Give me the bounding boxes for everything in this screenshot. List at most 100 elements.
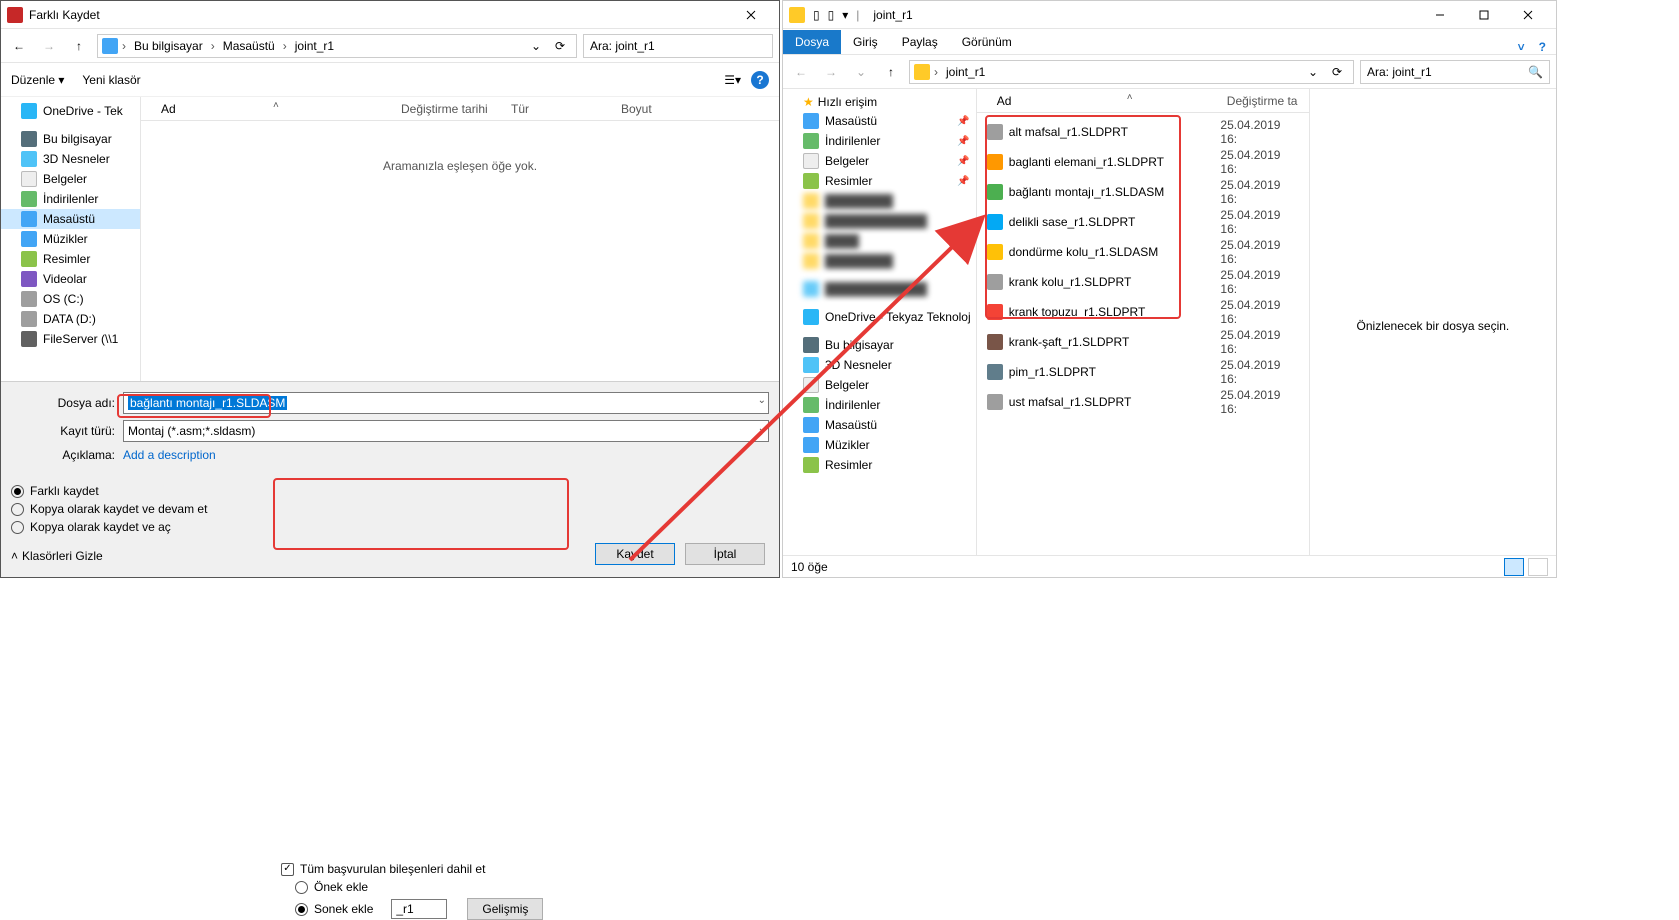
newfolder-button[interactable]: Yeni klasör	[82, 73, 140, 87]
tree-thispc[interactable]: Bu bilgisayar	[783, 335, 976, 355]
tree-3dobjects[interactable]: 3D Nesneler	[1, 149, 140, 169]
tree-blurred[interactable]: ████	[783, 231, 976, 251]
tree-osc[interactable]: OS (C:)	[1, 289, 140, 309]
tree-quickaccess[interactable]: ★Hızlı erişim	[783, 93, 976, 111]
forward-button[interactable]: →	[819, 60, 843, 84]
refresh-icon[interactable]: ⟳	[1325, 60, 1349, 84]
view-icons-button[interactable]	[1528, 558, 1548, 576]
crumb-folder[interactable]: joint_r1	[291, 37, 338, 55]
tree-documents[interactable]: Belgeler	[1, 169, 140, 189]
tab-share[interactable]: Paylaş	[890, 30, 950, 54]
search-box[interactable]: Ara: joint_r1 🔍	[1360, 60, 1550, 84]
refresh-icon[interactable]: ⟳	[548, 34, 572, 58]
column-headers[interactable]: Ad˄ Değiştirme tarihi Tür Boyut	[141, 97, 779, 121]
tree-documents[interactable]: Belgeler	[783, 375, 976, 395]
tree-blurred[interactable]: ████████████	[783, 279, 976, 299]
tree-3dobjects[interactable]: 3D Nesneler	[783, 355, 976, 375]
titlebar[interactable]: Farklı Kaydet	[1, 1, 779, 29]
tree-pictures[interactable]: Resimler	[783, 455, 976, 475]
help-icon[interactable]: ?	[1539, 40, 1546, 54]
tab-file[interactable]: Dosya	[783, 30, 841, 54]
maximize-button[interactable]	[1462, 2, 1506, 28]
qat-button[interactable]: ▯	[813, 8, 820, 22]
folder-tree[interactable]: ★Hızlı erişim Masaüstü📌 İndirilenler📌 Be…	[783, 89, 977, 555]
file-row[interactable]: delikli sase_r1.SLDPRT25.04.2019 16:	[979, 207, 1307, 237]
suffix-input[interactable]	[391, 899, 447, 919]
ribbon-expand-icon[interactable]: ˅	[1518, 40, 1525, 54]
crumb-desktop[interactable]: Masaüstü	[219, 37, 279, 55]
opt-savecopy-open[interactable]: Kopya olarak kaydet ve aç	[11, 520, 769, 534]
chk-include-referenced[interactable]: Tüm başvurulan bileşenleri dahil et	[281, 862, 561, 876]
filename-input[interactable]: bağlantı montajı_r1.SLDASM⌄	[123, 392, 769, 414]
hide-folders-button[interactable]: ˄Klasörleri Gizle	[11, 549, 103, 563]
addr-dropdown-icon[interactable]: ⌄	[1301, 60, 1325, 84]
address-bar[interactable]: › Bu bilgisayar › Masaüstü › joint_r1 ⌄ …	[97, 34, 577, 58]
tree-fileserver[interactable]: FileServer (\\1	[1, 329, 140, 349]
tree-videos[interactable]: Videolar	[1, 269, 140, 289]
tab-home[interactable]: Giriş	[841, 30, 890, 54]
tree-documents[interactable]: Belgeler📌	[783, 151, 976, 171]
tab-view[interactable]: Görünüm	[950, 30, 1024, 54]
titlebar[interactable]: ▯ ▯ ▾ | joint_r1	[783, 1, 1556, 29]
back-button[interactable]: ←	[789, 60, 813, 84]
tree-downloads[interactable]: İndirilenler📌	[783, 131, 976, 151]
qat-button[interactable]: ▯	[828, 8, 835, 22]
file-row[interactable]: krank topuzu_r1.SLDPRT25.04.2019 16:	[979, 297, 1307, 327]
addr-dropdown-icon[interactable]: ⌄	[524, 34, 548, 58]
filetype-select[interactable]: Montaj (*.asm;*.sldasm)⌄	[123, 420, 769, 442]
tree-music[interactable]: Müzikler	[1, 229, 140, 249]
opt-saveas[interactable]: Farklı kaydet	[11, 484, 769, 498]
organize-button[interactable]: Düzenle ▾	[11, 73, 64, 87]
ribbon-tabs[interactable]: Dosya Giriş Paylaş Görünüm ˅ ?	[783, 29, 1556, 55]
tree-onedrive[interactable]: OneDrive - Tek	[1, 101, 140, 121]
opt-savecopy-continue[interactable]: Kopya olarak kaydet ve devam et	[11, 502, 769, 516]
save-button[interactable]: Kaydet	[595, 543, 675, 565]
tree-pictures[interactable]: Resimler📌	[783, 171, 976, 191]
close-button[interactable]	[729, 2, 773, 28]
recent-dropdown[interactable]: ⌄	[849, 60, 873, 84]
crumb-folder[interactable]: joint_r1	[942, 63, 989, 81]
file-row[interactable]: baglanti elemani_r1.SLDPRT25.04.2019 16:	[979, 147, 1307, 177]
tree-blurred[interactable]: ████████	[783, 251, 976, 271]
tree-pictures[interactable]: Resimler	[1, 249, 140, 269]
tree-blurred[interactable]: ████████████	[783, 211, 976, 231]
tree-downloads[interactable]: İndirilenler	[1, 189, 140, 209]
file-row[interactable]: bağlantı montajı_r1.SLDASM25.04.2019 16:	[979, 177, 1307, 207]
minimize-button[interactable]	[1418, 2, 1462, 28]
address-bar[interactable]: › joint_r1 ⌄ ⟳	[909, 60, 1354, 84]
tree-music[interactable]: Müzikler	[783, 435, 976, 455]
forward-button[interactable]: →	[37, 34, 61, 58]
tree-downloads[interactable]: İndirilenler	[783, 395, 976, 415]
advanced-button[interactable]: Gelişmiş	[467, 898, 543, 920]
file-row[interactable]: ust mafsal_r1.SLDPRT25.04.2019 16:	[979, 387, 1307, 417]
file-row[interactable]: alt mafsal_r1.SLDPRT25.04.2019 16:	[979, 117, 1307, 147]
column-headers[interactable]: Ad˄ Değiştirme ta	[977, 89, 1309, 113]
file-row[interactable]: dondürme kolu_r1.SLDASM25.04.2019 16:	[979, 237, 1307, 267]
tree-thispc[interactable]: Bu bilgisayar	[1, 129, 140, 149]
view-options-button[interactable]: ☰▾	[724, 73, 741, 87]
file-row[interactable]: krank-şaft_r1.SLDPRT25.04.2019 16:	[979, 327, 1307, 357]
folder-tree[interactable]: OneDrive - Tek Bu bilgisayar 3D Nesneler…	[1, 97, 141, 381]
close-button[interactable]	[1506, 2, 1550, 28]
file-row[interactable]: krank kolu_r1.SLDPRT25.04.2019 16:	[979, 267, 1307, 297]
tree-desktop[interactable]: Masaüstü📌	[783, 111, 976, 131]
tree-blurred[interactable]: ████████	[783, 191, 976, 211]
opt-prefix[interactable]: Önek ekle	[295, 880, 561, 894]
up-button[interactable]: ↑	[879, 60, 903, 84]
tree-desktop[interactable]: Masaüstü	[783, 415, 976, 435]
tree-desktop[interactable]: Masaüstü	[1, 209, 140, 229]
tree-onedrive[interactable]: OneDrive - Tekyaz Teknoloj	[783, 307, 976, 327]
add-description-link[interactable]: Add a description	[123, 448, 216, 462]
file-list[interactable]: Ad˄ Değiştirme ta alt mafsal_r1.SLDPRT25…	[977, 89, 1309, 555]
crumb-pc[interactable]: Bu bilgisayar	[130, 37, 207, 55]
help-icon[interactable]: ?	[751, 71, 769, 89]
opt-suffix[interactable]: Sonek ekle	[295, 902, 373, 916]
up-button[interactable]: ↑	[67, 34, 91, 58]
search-box[interactable]: Ara: joint_r1	[583, 34, 773, 58]
view-details-button[interactable]	[1504, 558, 1524, 576]
cancel-button[interactable]: İptal	[685, 543, 765, 565]
file-list[interactable]: Ad˄ Değiştirme tarihi Tür Boyut Aramanız…	[141, 97, 779, 381]
back-button[interactable]: ←	[7, 34, 31, 58]
qat-dropdown[interactable]: ▾	[842, 8, 848, 22]
file-row[interactable]: pim_r1.SLDPRT25.04.2019 16:	[979, 357, 1307, 387]
